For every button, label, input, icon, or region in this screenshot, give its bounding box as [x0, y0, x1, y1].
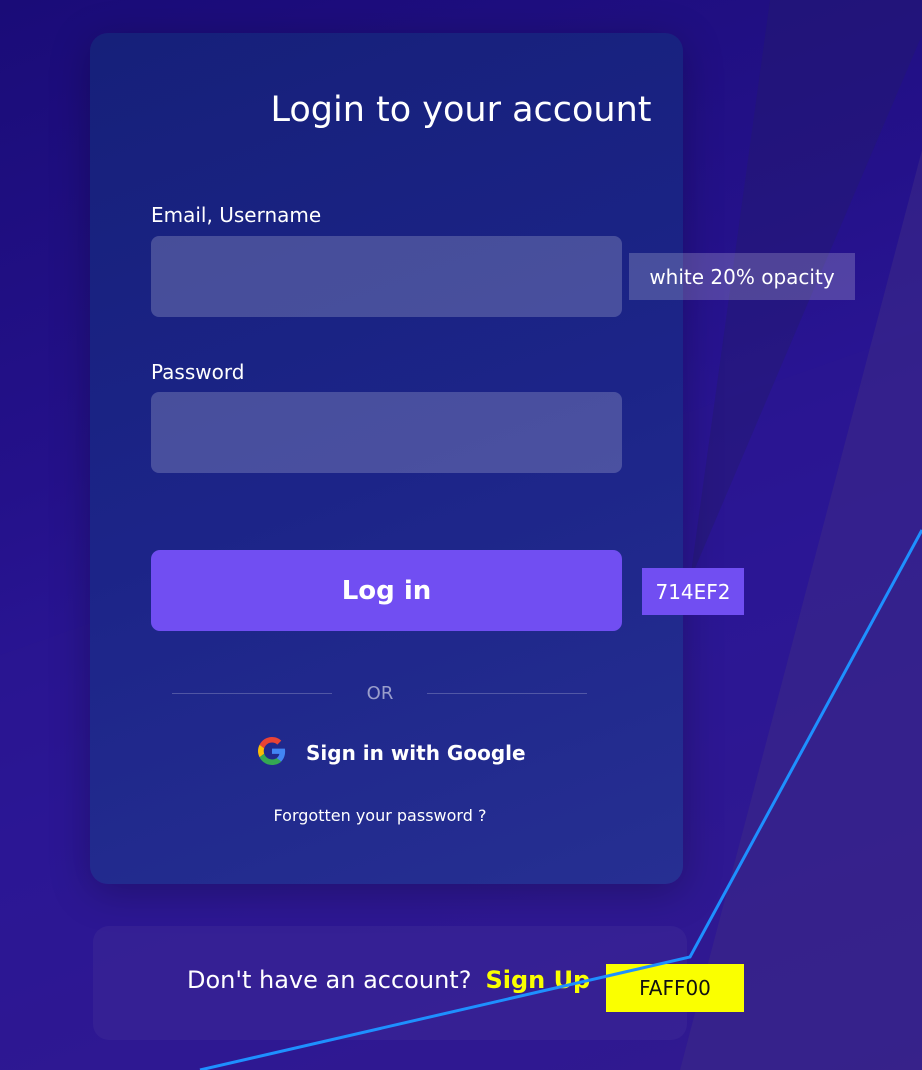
page-title: Login to your account — [270, 90, 652, 130]
or-divider-right — [427, 693, 587, 694]
password-field[interactable] — [151, 392, 622, 473]
signup-prompt: Don't have an account? — [187, 966, 472, 994]
signup-row: Don't have an account? Sign Up — [187, 966, 590, 994]
password-label: Password — [151, 360, 245, 384]
google-signin-label: Sign in with Google — [306, 741, 526, 765]
forgot-password-link[interactable]: Forgotten your password ? — [0, 806, 760, 825]
google-signin-button[interactable]: Sign in with Google — [258, 736, 526, 770]
login-button[interactable]: Log in — [151, 550, 622, 631]
google-icon — [258, 737, 286, 769]
signup-color-annotation: FAFF00 — [606, 964, 744, 1012]
input-style-annotation: white 20% opacity — [629, 253, 855, 300]
signup-link[interactable]: Sign Up — [485, 966, 590, 994]
button-color-annotation: 714EF2 — [642, 568, 744, 615]
email-label: Email, Username — [151, 203, 322, 227]
email-field[interactable] — [151, 236, 622, 317]
or-divider-text: OR — [366, 683, 394, 704]
or-divider-left — [172, 693, 332, 694]
